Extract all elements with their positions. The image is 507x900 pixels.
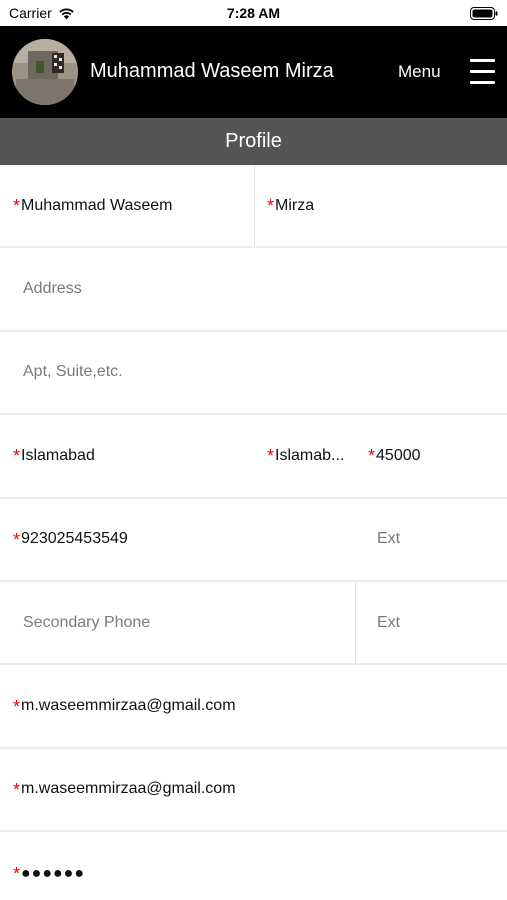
clock: 7:28 AM [226,5,281,21]
city-field[interactable]: * Islamabad [13,415,251,496]
required-marker: * [13,446,21,467]
secondary-ext-field[interactable]: Ext [377,582,497,663]
apt-row: Apt, Suite,etc. [0,332,507,416]
address-row: Address [0,248,507,332]
address-placeholder: Address [23,280,82,298]
profile-form: * Muhammad Waseem * Mirza Address Apt, S… [0,165,507,900]
confirm-email-row: * m.waseemmirzaa@gmail.com [0,749,507,833]
required-marker: * [13,864,21,885]
primary-ext-field[interactable]: Ext [377,499,497,580]
primary-phone-row: * 923025453549 Ext [0,499,507,582]
user-name: Muhammad Waseem Mirza [90,60,334,82]
required-marker: * [13,779,21,800]
battery-icon [470,7,498,20]
state-value: Islamab... [275,446,345,464]
email-row: * m.waseemmirzaa@gmail.com [0,665,507,749]
secondary-phone-placeholder: Secondary Phone [23,613,151,631]
apt-suite-placeholder: Apt, Suite,etc. [23,363,123,381]
required-marker: * [267,196,275,217]
apt-suite-field[interactable]: Apt, Suite,etc. [23,332,493,413]
required-marker: * [13,529,21,550]
city-state-zip-row: * Islamabad * Islamab... * 45000 [0,415,507,499]
secondary-phone-row: Secondary Phone Ext [0,581,507,666]
field-divider [355,581,356,664]
city-value: Islamabad [21,446,95,464]
password-field[interactable]: * ●●●●●● [13,832,497,900]
password-row: * ●●●●●● [0,832,507,900]
email-field[interactable]: * m.waseemmirzaa@gmail.com [13,665,497,746]
required-marker: * [13,196,21,217]
status-bar: Carrier 7:28 AM [0,0,507,26]
avatar-photo [12,39,78,105]
first-name-field[interactable]: * Muhammad Waseem [13,165,251,246]
hamburger-icon[interactable] [470,59,495,85]
confirm-email-field[interactable]: * m.waseemmirzaa@gmail.com [13,749,497,830]
zip-field[interactable]: * 45000 [368,415,498,496]
first-name-value: Muhammad Waseem [21,196,173,214]
email-value: m.waseemmirzaa@gmail.com [21,697,236,715]
primary-phone-field[interactable]: * 923025453549 [13,499,353,580]
password-mask: ●●●●●● [21,864,85,882]
secondary-ext-placeholder: Ext [377,613,401,631]
field-divider [254,165,255,247]
avatar[interactable] [12,39,78,105]
zip-value: 45000 [376,446,421,464]
page-title: Profile [0,118,507,165]
name-row: * Muhammad Waseem * Mirza [0,165,507,249]
app-header: Muhammad Waseem Mirza Menu [0,26,507,118]
required-marker: * [13,696,21,717]
address-field[interactable]: Address [23,248,493,329]
last-name-value: Mirza [275,196,315,214]
required-marker: * [368,446,376,467]
secondary-phone-field[interactable]: Secondary Phone [23,582,348,663]
primary-ext-placeholder: Ext [377,530,401,548]
primary-phone-value: 923025453549 [21,530,128,548]
confirm-email-value: m.waseemmirzaa@gmail.com [21,780,236,798]
state-field[interactable]: * Islamab... [267,415,359,496]
last-name-field[interactable]: * Mirza [267,165,503,246]
menu-label[interactable]: Menu [398,62,441,82]
required-marker: * [267,446,275,467]
